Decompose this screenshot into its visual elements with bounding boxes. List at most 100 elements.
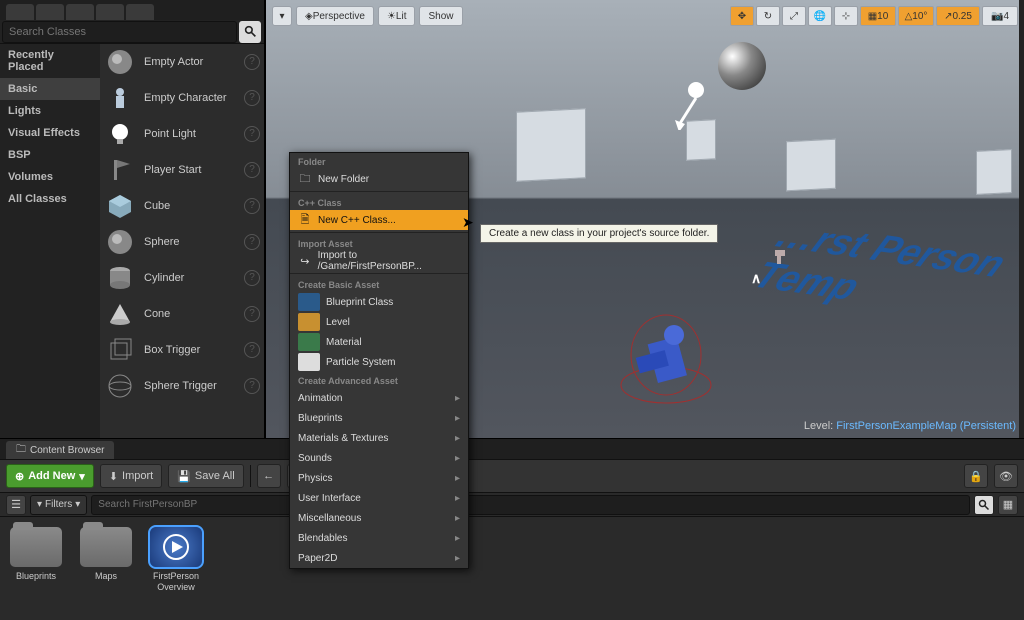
context-menu-item[interactable]: Level [290,312,468,332]
context-menu-item[interactable]: 🗎New C++ Class... [290,210,468,230]
menu-item-label: Animation [298,393,342,404]
context-menu-item[interactable]: Material [290,332,468,352]
help-icon[interactable]: ? [244,54,260,70]
place-asset-row[interactable]: Empty Actor? [100,44,264,80]
cylinder-icon [104,262,136,294]
sources-toggle-button[interactable]: ☰ [6,495,26,515]
scene-cube [516,108,586,182]
place-asset-row[interactable]: Box Trigger? [100,332,264,368]
transform-move-button[interactable]: ✥ [730,6,754,26]
menu-item-label: Particle System [326,357,395,368]
help-icon[interactable]: ? [244,90,260,106]
content-asset[interactable]: Maps [80,527,132,610]
level-name: FirstPersonExampleMap (Persistent) [836,420,1016,432]
help-icon[interactable]: ? [244,306,260,322]
floor-projected-text: …rst Person Temp [746,215,1024,332]
help-icon[interactable]: ? [244,126,260,142]
help-icon[interactable]: ? [244,198,260,214]
content-asset[interactable]: FirstPersonOverview [150,527,202,610]
context-menu-item[interactable]: Miscellaneous▸ [290,508,468,528]
context-menu-item[interactable]: User Interface▸ [290,488,468,508]
content-search-button[interactable] [974,495,994,515]
surface-snap-button[interactable]: ⊹ [834,6,858,26]
lit-button[interactable]: ☀ Lit [378,6,416,26]
category-item[interactable]: Basic [0,78,100,100]
transform-rotate-button[interactable]: ↻ [756,6,780,26]
search-button[interactable] [239,21,261,43]
context-menu-item[interactable]: Sounds▸ [290,448,468,468]
context-menu-item[interactable]: ↪Import to /Game/FirstPersonBP... [290,251,468,271]
asset-label: Cone [144,308,244,320]
help-icon[interactable]: ? [244,234,260,250]
place-asset-row[interactable]: Sphere Trigger? [100,368,264,404]
category-item[interactable]: BSP [0,144,100,166]
category-item[interactable]: Recently Placed [0,44,100,78]
help-icon[interactable]: ? [244,342,260,358]
panel-tab[interactable] [36,4,64,20]
asset-label: Cylinder [144,272,244,284]
scale-snap-button[interactable]: ↗ 0.25 [936,6,980,26]
context-menu-item[interactable]: Particle System [290,352,468,372]
context-menu-item[interactable]: Materials & Textures▸ [290,428,468,448]
category-item[interactable]: Volumes [0,166,100,188]
panel-tab[interactable] [66,4,94,20]
content-search-input[interactable] [91,495,970,515]
context-menu-item[interactable]: Blueprints▸ [290,408,468,428]
add-new-button[interactable]: ⊕ Add New ▾ [6,464,94,488]
perspective-button[interactable]: ◈ Perspective [296,6,374,26]
context-menu-item[interactable]: Blendables▸ [290,528,468,548]
asset-type-icon [298,333,320,351]
filters-button[interactable]: ▾ Filters ▾ [30,495,87,515]
grid-snap-button[interactable]: ▦ 10 [860,6,896,26]
place-asset-row[interactable]: Player Start? [100,152,264,188]
lock-button[interactable]: 🔒 [964,464,988,488]
context-menu-item[interactable]: 🗀New Folder [290,169,468,189]
transform-scale-button[interactable]: ⤢ [782,6,806,26]
category-item[interactable]: Lights [0,100,100,122]
context-menu-item[interactable]: Animation▸ [290,388,468,408]
menu-item-label: User Interface [298,493,361,504]
show-button[interactable]: Show [419,6,462,26]
help-icon[interactable]: ? [244,162,260,178]
context-menu-item[interactable]: Physics▸ [290,468,468,488]
context-menu-header: Create Advanced Asset [290,372,468,388]
chevron-right-icon: ▸ [455,413,460,424]
category-item[interactable]: Visual Effects [0,122,100,144]
panel-tab[interactable] [6,4,34,20]
place-asset-row[interactable]: Cube? [100,188,264,224]
history-back-button[interactable]: ← [257,464,281,488]
camera-speed-button[interactable]: 📷 4 [982,6,1018,26]
faucet-icon [771,246,791,268]
place-asset-row[interactable]: Sphere? [100,224,264,260]
asset-type-icon [298,353,320,371]
category-item[interactable]: All Classes [0,188,100,210]
place-asset-row[interactable]: Cone? [100,296,264,332]
place-asset-row[interactable]: Point Light? [100,116,264,152]
place-asset-row[interactable]: Cylinder? [100,260,264,296]
show-label: Show [428,11,453,22]
save-all-button[interactable]: 💾 Save All [168,464,243,488]
view-options-button[interactable]: 👁 [994,464,1018,488]
place-asset-row[interactable]: Empty Character? [100,80,264,116]
angle-snap-button[interactable]: △ 10° [898,6,934,26]
folder-icon [10,527,62,567]
context-menu-item[interactable]: Paper2D▸ [290,548,468,568]
wiresphere-icon [104,370,136,402]
search-classes-input[interactable] [2,21,237,43]
panel-tab[interactable] [96,4,124,20]
asset-label: Maps [95,571,117,582]
content-browser-tab[interactable]: 🗀 Content Browser [6,441,114,459]
menu-item-label: Physics [298,473,332,484]
world-local-toggle[interactable]: 🌐 [808,6,832,26]
import-button[interactable]: ⬇ Import [100,464,162,488]
scene-sphere [718,42,766,90]
thumbnail-options-button[interactable]: ▦ [998,495,1018,515]
panel-tab[interactable] [126,4,154,20]
content-asset-grid: Blueprints Maps FirstPersonOverview [0,517,1024,620]
help-icon[interactable]: ? [244,378,260,394]
content-asset[interactable]: Blueprints [10,527,62,610]
viewport-options-button[interactable]: ▾ [272,6,292,26]
help-icon[interactable]: ? [244,270,260,286]
menu-item-label: Material [326,337,362,348]
context-menu-item[interactable]: Blueprint Class [290,292,468,312]
